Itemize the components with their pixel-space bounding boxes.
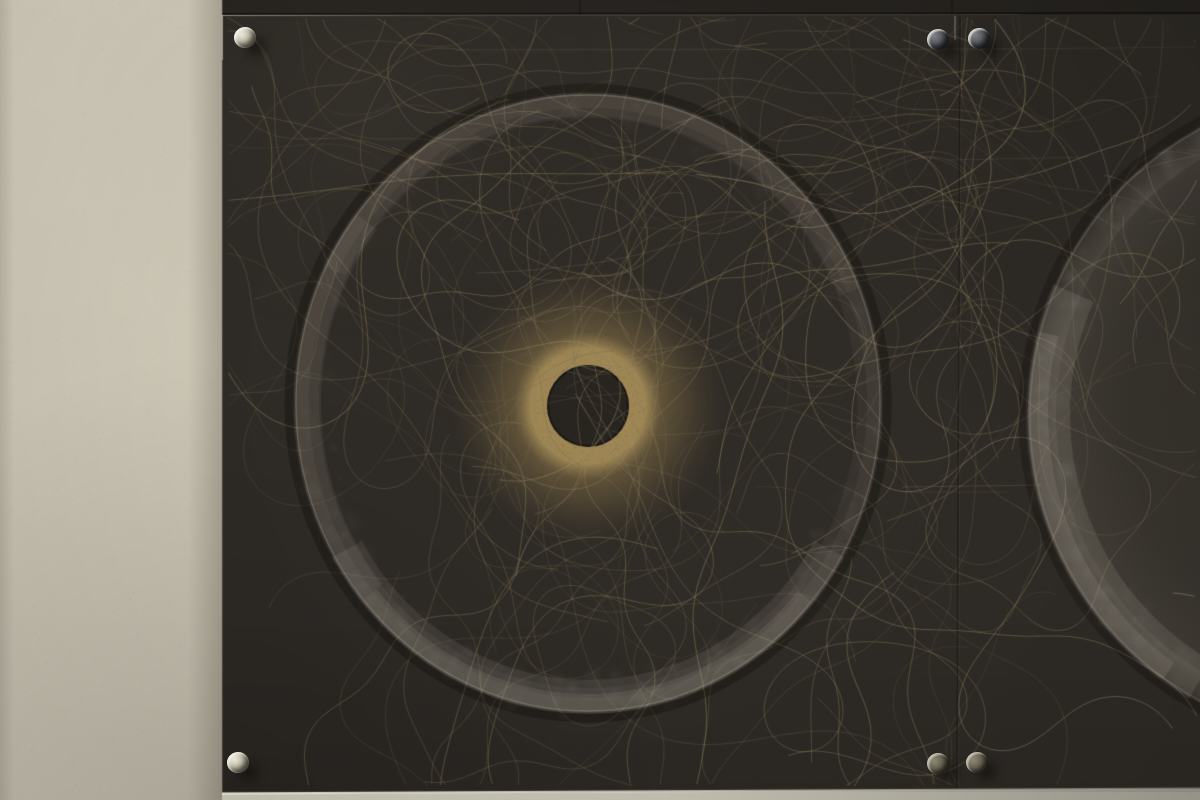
artwork-canvas	[0, 0, 1200, 800]
installation-photo	[0, 0, 1200, 800]
